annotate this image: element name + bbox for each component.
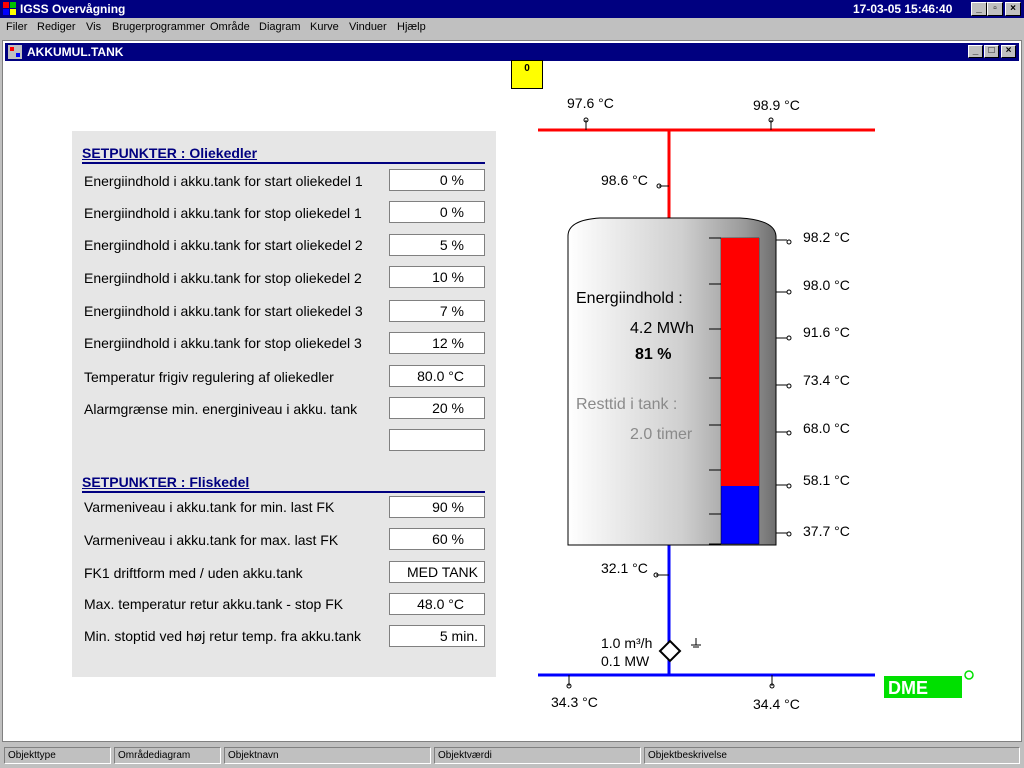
tank-sensor-temp: 91.6 °C (803, 324, 850, 340)
status-bar: Objekttype Områdediagram Objektnavn Obje… (0, 744, 1024, 768)
registered-icon (964, 670, 974, 680)
energy-mwh: 4.2 MWh (630, 320, 695, 337)
energy-label: Energiindhold : (576, 290, 683, 307)
tank-sensor-temp: 98.0 °C (803, 277, 850, 293)
return-temp-left: 34.3 °C (551, 694, 598, 710)
tank-sensor-temp: 58.1 °C (803, 472, 850, 488)
flow-value: 1.0 m³/h (601, 635, 653, 651)
energy-percent: 81 % (635, 346, 672, 363)
tank-sensor-temp: 73.4 °C (803, 372, 850, 388)
flow-meter-icon (658, 639, 682, 663)
tank-diagram: DME (538, 117, 974, 698)
supply-temp-left: 97.6 °C (567, 95, 614, 111)
status-object-value: Objektværdi (434, 747, 641, 764)
supply-temp-right: 98.9 °C (753, 97, 800, 113)
dme-logo-text: DME (888, 678, 928, 698)
return-temp-right: 34.4 °C (753, 696, 800, 712)
power-value: 0.1 MW (601, 653, 650, 669)
tank-sensor-temp: 68.0 °C (803, 420, 850, 436)
inlet-temp: 98.6 °C (601, 172, 648, 188)
remaining-value: 2.0 timer (630, 426, 693, 443)
tank-level-fill (721, 238, 759, 486)
status-object-type: Objekttype (4, 747, 111, 764)
ground-icon (691, 638, 701, 648)
status-object-description: Objektbeskrivelse (644, 747, 1020, 764)
outlet-temp: 32.1 °C (601, 560, 648, 576)
status-area-diagram: Områdediagram (114, 747, 221, 764)
status-object-name: Objektnavn (224, 747, 431, 764)
remaining-label: Resttid i tank : (576, 396, 678, 413)
tank-sensor-temp: 37.7 °C (803, 523, 850, 539)
tank-sensor-temp: 98.2 °C (803, 229, 850, 245)
